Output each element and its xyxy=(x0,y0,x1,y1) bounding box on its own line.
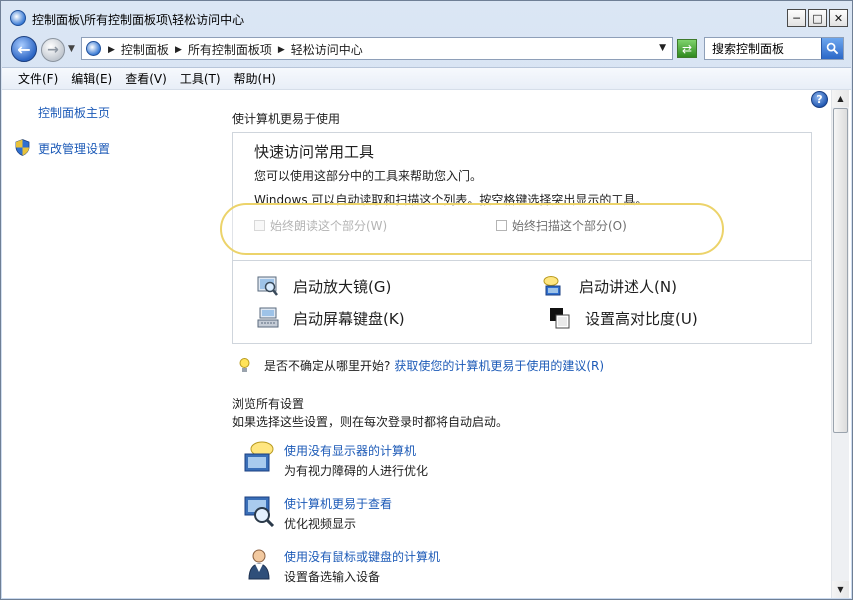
search-icon xyxy=(826,42,839,55)
start-narrator-button[interactable]: 启动讲述人(N) xyxy=(543,275,677,297)
minimize-button[interactable]: ─ xyxy=(787,9,806,27)
person-icon xyxy=(248,549,270,580)
breadcrumb-item[interactable]: 所有控制面板项 xyxy=(188,41,272,58)
forward-button[interactable]: → xyxy=(41,38,65,62)
control-panel-icon xyxy=(86,41,101,56)
window-controls: ─ □ ✕ xyxy=(787,9,848,27)
recommendation-hint: 是否不确定从哪里开始? 获取使您的计算机更易于使用的建议(R) xyxy=(239,357,604,374)
search-button[interactable] xyxy=(821,38,843,59)
quick-access-description: 您可以使用这部分中的工具来帮助您入门。 xyxy=(254,169,483,183)
lightbulb-icon xyxy=(239,358,250,372)
recommendations-link[interactable]: 获取使您的计算机更易于使用的建议(R) xyxy=(394,357,604,374)
browse-settings-heading: 浏览所有设置 xyxy=(232,397,305,411)
refresh-button[interactable]: ⇄ xyxy=(677,39,697,58)
contrast-icon xyxy=(550,308,570,329)
scan-highlight xyxy=(220,203,724,255)
breadcrumb: ▶ 控制面板 ▶ 所有控制面板项 ▶ 轻松访问中心 xyxy=(108,41,363,58)
menu-view[interactable]: 查看(V) xyxy=(119,68,173,89)
start-magnifier-button[interactable]: 启动放大镜(G) xyxy=(257,275,391,297)
change-admin-settings-link[interactable]: 更改管理设置 xyxy=(38,140,110,157)
breadcrumb-separator-icon[interactable]: ▶ xyxy=(175,45,182,55)
start-onscreen-keyboard-label: 启动屏幕键盘(K) xyxy=(293,309,405,328)
browse-settings-description: 如果选择这些设置，则在每次登录时都将自动启动。 xyxy=(232,415,509,429)
breadcrumb-separator-icon[interactable]: ▶ xyxy=(108,45,115,55)
search-input[interactable] xyxy=(705,38,821,59)
menu-bar: 文件(F) 编辑(E) 查看(V) 工具(T) 帮助(H) xyxy=(2,67,851,90)
section-title: 使计算机更易于使用 xyxy=(232,112,341,126)
use-without-mouse-keyboard-link[interactable]: 使用没有鼠标或键盘的计算机 xyxy=(284,548,440,565)
control-panel-home-link[interactable]: 控制面板主页 xyxy=(38,104,110,121)
content-area: 控制面板主页 更改管理设置 ? 使计算机更易于使用 快速访问常用工具 您可以使用… xyxy=(2,90,851,598)
use-without-mouse-keyboard-description: 设置备选输入设备 xyxy=(284,570,381,584)
left-navigation-pane: 控制面板主页 更改管理设置 xyxy=(2,90,220,598)
use-without-display-link[interactable]: 使用没有显示器的计算机 xyxy=(284,442,416,459)
address-dropdown[interactable]: ▼ xyxy=(659,43,666,53)
breadcrumb-separator-icon[interactable]: ▶ xyxy=(278,45,285,55)
breadcrumb-item[interactable]: 轻松访问中心 xyxy=(291,41,363,58)
make-easier-to-see-link[interactable]: 使计算机更易于查看 xyxy=(284,495,392,512)
no-display-icon xyxy=(244,441,274,472)
scroll-down-button[interactable]: ▼ xyxy=(832,581,849,598)
start-narrator-label: 启动讲述人(N) xyxy=(579,277,677,296)
search-box xyxy=(704,37,844,60)
menu-help[interactable]: 帮助(H) xyxy=(228,68,282,89)
menu-tools[interactable]: 工具(T) xyxy=(174,68,227,89)
setting-item: 使用没有鼠标或键盘的计算机 设置备选输入设备 xyxy=(242,546,662,592)
setting-item: 使计算机更易于查看 优化视频显示 xyxy=(242,493,662,539)
address-field[interactable]: ▶ 控制面板 ▶ 所有控制面板项 ▶ 轻松访问中心 ▼ xyxy=(81,37,673,60)
narrator-icon xyxy=(543,276,561,296)
use-without-display-description: 为有视力障碍的人进行优化 xyxy=(284,464,429,478)
control-panel-window: 控制面板\所有控制面板项\轻松访问中心 ─ □ ✕ ← → ▼ ▶ 控制面板 ▶… xyxy=(0,0,853,600)
start-onscreen-keyboard-button[interactable]: 启动屏幕键盘(K) xyxy=(257,307,405,329)
set-high-contrast-label: 设置高对比度(U) xyxy=(585,309,698,328)
recent-pages-dropdown[interactable]: ▼ xyxy=(68,44,75,54)
hint-text: 是否不确定从哪里开始? xyxy=(264,359,391,373)
maximize-button[interactable]: □ xyxy=(808,9,827,27)
magnifier-icon xyxy=(257,276,278,296)
vertical-scrollbar[interactable]: ▲ ▼ xyxy=(831,90,849,598)
scroll-up-button[interactable]: ▲ xyxy=(832,90,849,107)
setting-item: 使用没有显示器的计算机 为有视力障碍的人进行优化 xyxy=(242,440,662,486)
easier-to-see-icon xyxy=(244,496,275,527)
start-magnifier-label: 启动放大镜(G) xyxy=(293,277,392,296)
breadcrumb-item[interactable]: 控制面板 xyxy=(121,41,169,58)
back-button[interactable]: ← xyxy=(11,36,37,62)
scroll-thumb[interactable] xyxy=(833,108,848,433)
set-high-contrast-button[interactable]: 设置高对比度(U) xyxy=(549,307,698,329)
close-button[interactable]: ✕ xyxy=(829,9,848,27)
menu-file[interactable]: 文件(F) xyxy=(12,68,64,89)
keyboard-icon xyxy=(257,307,279,328)
menu-edit[interactable]: 编辑(E) xyxy=(65,68,118,89)
quick-access-title: 快速访问常用工具 xyxy=(254,143,375,161)
title-bar[interactable]: 控制面板\所有控制面板项\轻松访问中心 ─ □ ✕ xyxy=(1,1,852,35)
uac-shield-icon xyxy=(15,139,30,156)
make-easier-to-see-description: 优化视频显示 xyxy=(284,517,357,531)
address-bar: ← → ▼ ▶ 控制面板 ▶ 所有控制面板项 ▶ 轻松访问中心 ▼ ⇄ xyxy=(1,35,852,63)
control-panel-icon xyxy=(10,10,26,26)
window-title: 控制面板\所有控制面板项\轻松访问中心 xyxy=(32,13,245,27)
help-icon[interactable]: ? xyxy=(811,91,828,108)
